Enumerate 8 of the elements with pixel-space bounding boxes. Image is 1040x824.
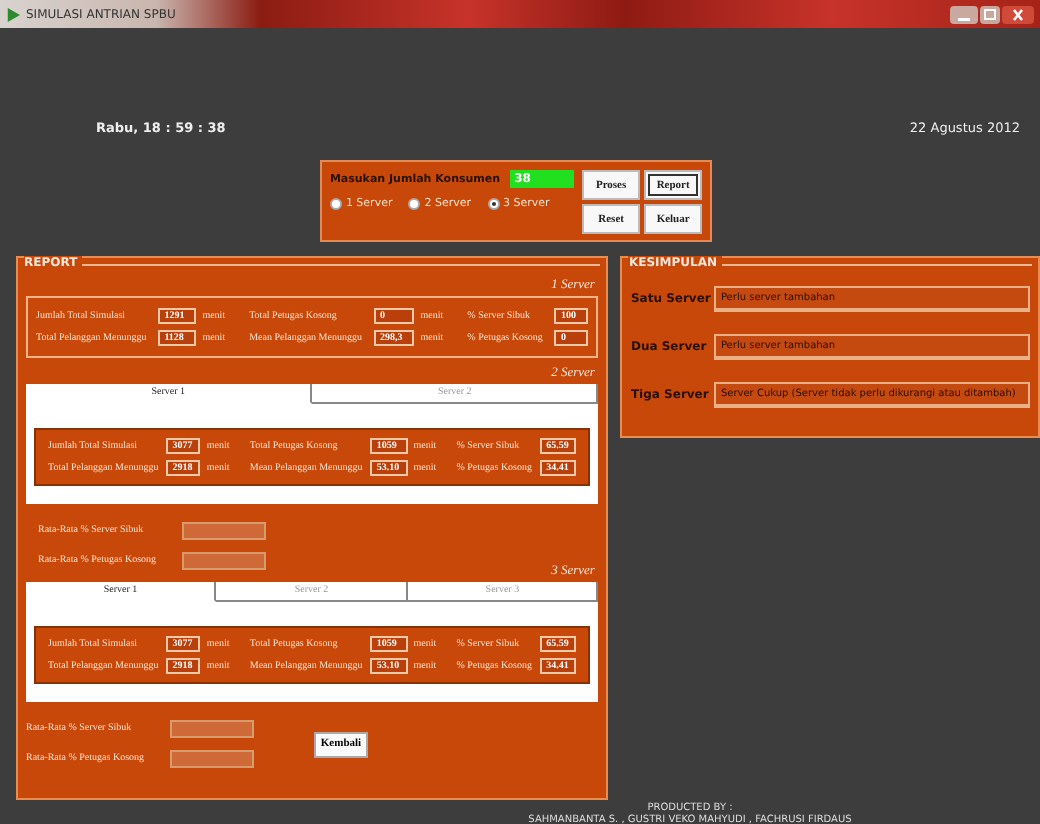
average-field	[182, 522, 266, 540]
app-icon	[6, 7, 20, 21]
close-icon[interactable]	[1002, 5, 1034, 23]
average-field	[170, 750, 254, 768]
average-field	[182, 552, 266, 570]
maximize-icon[interactable]	[980, 5, 1000, 23]
average-field	[170, 720, 254, 738]
minimize-icon[interactable]	[950, 5, 978, 23]
